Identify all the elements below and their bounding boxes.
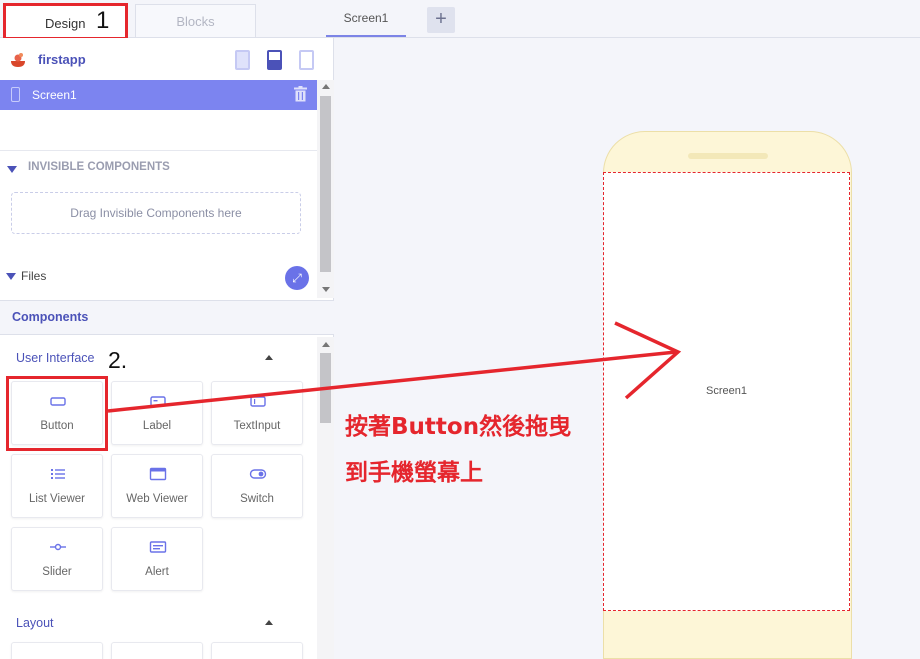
instruction-line-2: 到手機螢幕上	[345, 460, 483, 486]
drag-arrow-line	[107, 350, 677, 413]
drag-arrow-head	[614, 321, 682, 400]
instruction-line-1: 按著Button然後拖曳	[345, 414, 572, 440]
drag-arrow	[107, 321, 682, 413]
